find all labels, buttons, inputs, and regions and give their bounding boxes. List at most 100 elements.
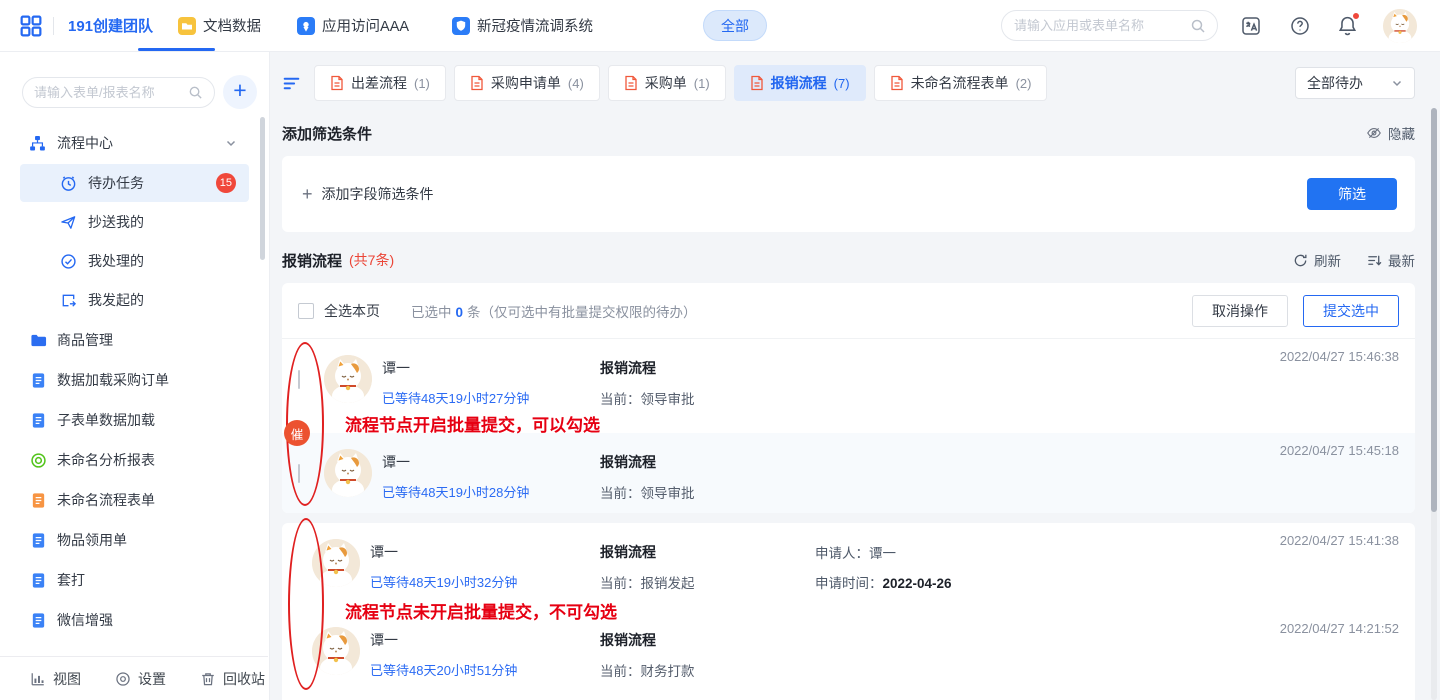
- add-form-button[interactable]: +: [223, 75, 257, 109]
- document-icon: [30, 572, 47, 589]
- cancel-operation-button[interactable]: 取消操作: [1192, 295, 1288, 327]
- tab-doc-data[interactable]: 文档数据: [178, 0, 261, 52]
- settings-button[interactable]: 设置: [115, 669, 166, 689]
- sidebar-item-print-template[interactable]: 套打: [0, 560, 269, 600]
- list-title: 报销流程: [282, 250, 342, 271]
- plus-icon: +: [302, 187, 313, 201]
- scrollbar-thumb[interactable]: [1431, 108, 1437, 512]
- topbar-search-input[interactable]: [1014, 18, 1190, 33]
- sidebar-item-cc-to-me[interactable]: 抄送我的: [20, 203, 249, 241]
- sidebar-item-unnamed-report[interactable]: 未命名分析报表: [0, 440, 269, 480]
- sitemap-icon: [29, 135, 46, 152]
- tab-label: 采购申请单: [491, 73, 561, 93]
- hide-filter-button[interactable]: 隐藏: [1366, 123, 1415, 143]
- tab-purchase-request[interactable]: 采购申请单 (4): [454, 65, 600, 101]
- settings-label: 设置: [138, 669, 166, 689]
- task-row[interactable]: 谭一 已等待48天20小时51分钟 报销流程 当前：财务打款 2022/04/2…: [282, 611, 1415, 700]
- doc-data-app-icon: [178, 17, 196, 35]
- doc-send-icon: [60, 292, 77, 309]
- views-button[interactable]: 视图: [30, 669, 81, 689]
- urge-badge[interactable]: 催: [284, 420, 310, 446]
- sidebar-item-data-load-po[interactable]: 数据加载采购订单: [0, 360, 269, 400]
- apply-time-field: 申请时间：2022-04-26: [815, 572, 1399, 592]
- sidebar-item-started-by-me[interactable]: 我发起的: [20, 281, 249, 319]
- tab-label: 文档数据: [203, 15, 261, 36]
- refresh-button[interactable]: 刷新: [1293, 250, 1341, 270]
- todo-scope-select[interactable]: 全部待办: [1295, 67, 1415, 99]
- topbar-search[interactable]: [1001, 10, 1218, 41]
- tab-count: (4): [568, 76, 584, 91]
- add-field-filter-button[interactable]: + 添加字段筛选条件: [302, 184, 434, 204]
- tab-reimbursement-flow[interactable]: 报销流程 (7): [734, 65, 866, 101]
- flow-name: 报销流程: [600, 358, 815, 378]
- document-icon: [30, 532, 47, 549]
- refresh-icon: [1293, 253, 1308, 268]
- sidebar-search[interactable]: [22, 77, 215, 108]
- translate-icon[interactable]: [1240, 15, 1262, 37]
- sidebar-item-wechat-enhance[interactable]: 微信增强: [0, 600, 269, 640]
- help-icon[interactable]: [1289, 15, 1311, 37]
- sidebar-item-supplies-form[interactable]: 物品领用单: [0, 520, 269, 560]
- filter-submit-button[interactable]: 筛选: [1307, 178, 1397, 210]
- search-icon[interactable]: [188, 85, 203, 100]
- bar-chart-icon: [30, 671, 46, 687]
- sidebar-scrollbar[interactable]: [260, 117, 265, 260]
- tab-count: (1): [694, 76, 710, 91]
- sidebar-item-unnamed-flow-form[interactable]: 未命名流程表单: [0, 480, 269, 520]
- item-label: 抄送我的: [88, 212, 144, 232]
- sidebar-item-todo-tasks[interactable]: 待办任务 15: [20, 164, 249, 202]
- sidebar-item-product-mgmt[interactable]: 商品管理: [0, 320, 269, 360]
- avatar: [324, 449, 372, 497]
- all-apps-pill[interactable]: 全部: [703, 10, 767, 41]
- tab-label: 应用访问AAA: [322, 15, 409, 36]
- check-circle-icon: [60, 253, 77, 270]
- recycle-bin-button[interactable]: 回收站: [200, 669, 265, 689]
- tab-count: (7): [834, 76, 850, 91]
- report-target-icon: [30, 452, 47, 469]
- row-timestamp: 2022/04/27 15:41:38: [1280, 533, 1399, 548]
- wait-duration: 已等待48天19小时32分钟: [370, 572, 600, 591]
- sidebar-search-input[interactable]: [34, 85, 188, 100]
- tab-purchase-order[interactable]: 采购单 (1): [608, 65, 726, 101]
- sidebar-item-handled-by-me[interactable]: 我处理的: [20, 242, 249, 280]
- search-icon[interactable]: [1190, 18, 1206, 34]
- tab-count: (2): [1016, 76, 1032, 91]
- notification-bell-icon[interactable]: [1337, 15, 1358, 37]
- tab-covid-system[interactable]: 新冠疫情流调系统: [452, 0, 593, 52]
- filter-list-icon[interactable]: [282, 74, 301, 93]
- tab-label: 采购单: [645, 73, 687, 93]
- item-label: 未命名分析报表: [57, 450, 155, 470]
- list-count: (共7条): [349, 250, 394, 270]
- applicant-name: 谭一: [382, 452, 600, 472]
- sidebar-item-subform-data-load[interactable]: 子表单数据加载: [0, 400, 269, 440]
- sidebar-footer: 视图 设置 回收站: [0, 656, 268, 700]
- tab-count: (1): [414, 76, 430, 91]
- main-scrollbar[interactable]: [1431, 108, 1437, 700]
- form-doc-icon: [624, 75, 638, 91]
- paper-plane-icon: [60, 214, 77, 231]
- views-label: 视图: [53, 669, 81, 689]
- task-row[interactable]: 谭一 已等待48天19小时28分钟 报销流程 当前：领导审批 2022/04/2…: [282, 433, 1415, 513]
- team-name[interactable]: 191创建团队: [68, 15, 153, 36]
- document-icon: [30, 492, 47, 509]
- add-field-label: 添加字段筛选条件: [322, 184, 434, 204]
- item-label: 物品领用单: [57, 530, 127, 550]
- tab-business-trip-flow[interactable]: 出差流程 (1): [314, 65, 446, 101]
- tab-unnamed-flow-form[interactable]: 未命名流程表单 (2): [874, 65, 1048, 101]
- sort-latest-button[interactable]: 最新: [1367, 250, 1415, 270]
- sidebar: + 流程中心 待办任务 15 抄送我的 我处理的 我发起的 商品管理 数据加载采…: [0, 52, 270, 700]
- user-avatar[interactable]: [1383, 9, 1417, 43]
- avatar: [312, 627, 360, 675]
- tab-app-access[interactable]: 应用访问AAA: [297, 0, 409, 52]
- applicant-name: 谭一: [370, 630, 600, 650]
- item-label: 商品管理: [57, 330, 113, 350]
- sidebar-group-flow-center[interactable]: 流程中心: [0, 123, 269, 163]
- submit-selected-button[interactable]: 提交选中: [1303, 295, 1399, 327]
- chevron-down-icon[interactable]: [225, 137, 237, 149]
- row-checkbox[interactable]: [298, 464, 300, 483]
- row-checkbox[interactable]: [298, 370, 300, 389]
- select-all-checkbox[interactable]: [298, 303, 314, 319]
- sort-label: 最新: [1388, 250, 1415, 270]
- select-all-label[interactable]: 全选本页: [324, 301, 380, 321]
- apps-grid-icon[interactable]: [20, 15, 42, 37]
